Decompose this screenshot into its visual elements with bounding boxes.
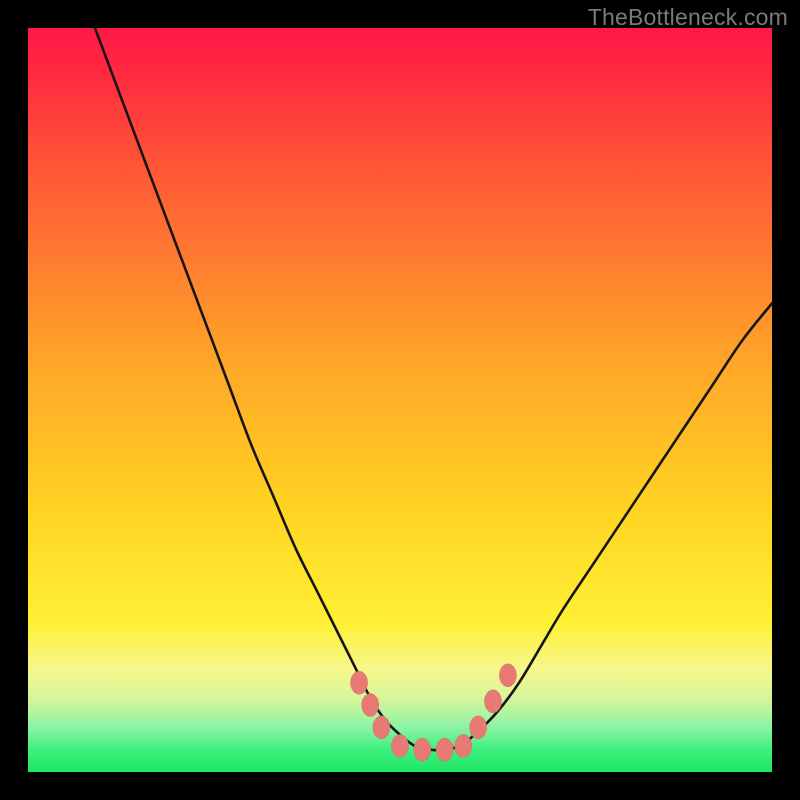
curve-svg xyxy=(28,28,772,772)
curve-marker xyxy=(499,664,516,687)
chart-frame: TheBottleneck.com xyxy=(0,0,800,800)
curve-marker xyxy=(362,694,379,717)
bottleneck-curve xyxy=(95,28,772,750)
curve-marker xyxy=(470,716,487,739)
curve-marker xyxy=(414,738,431,761)
curve-marker xyxy=(455,734,472,757)
curve-marker xyxy=(351,671,368,694)
curve-marker xyxy=(373,716,390,739)
curve-marker xyxy=(485,690,502,713)
curve-marker xyxy=(392,734,409,757)
curve-marker xyxy=(436,738,453,761)
watermark-text: TheBottleneck.com xyxy=(588,4,788,31)
plot-area xyxy=(28,28,772,772)
curve-markers xyxy=(351,664,517,761)
